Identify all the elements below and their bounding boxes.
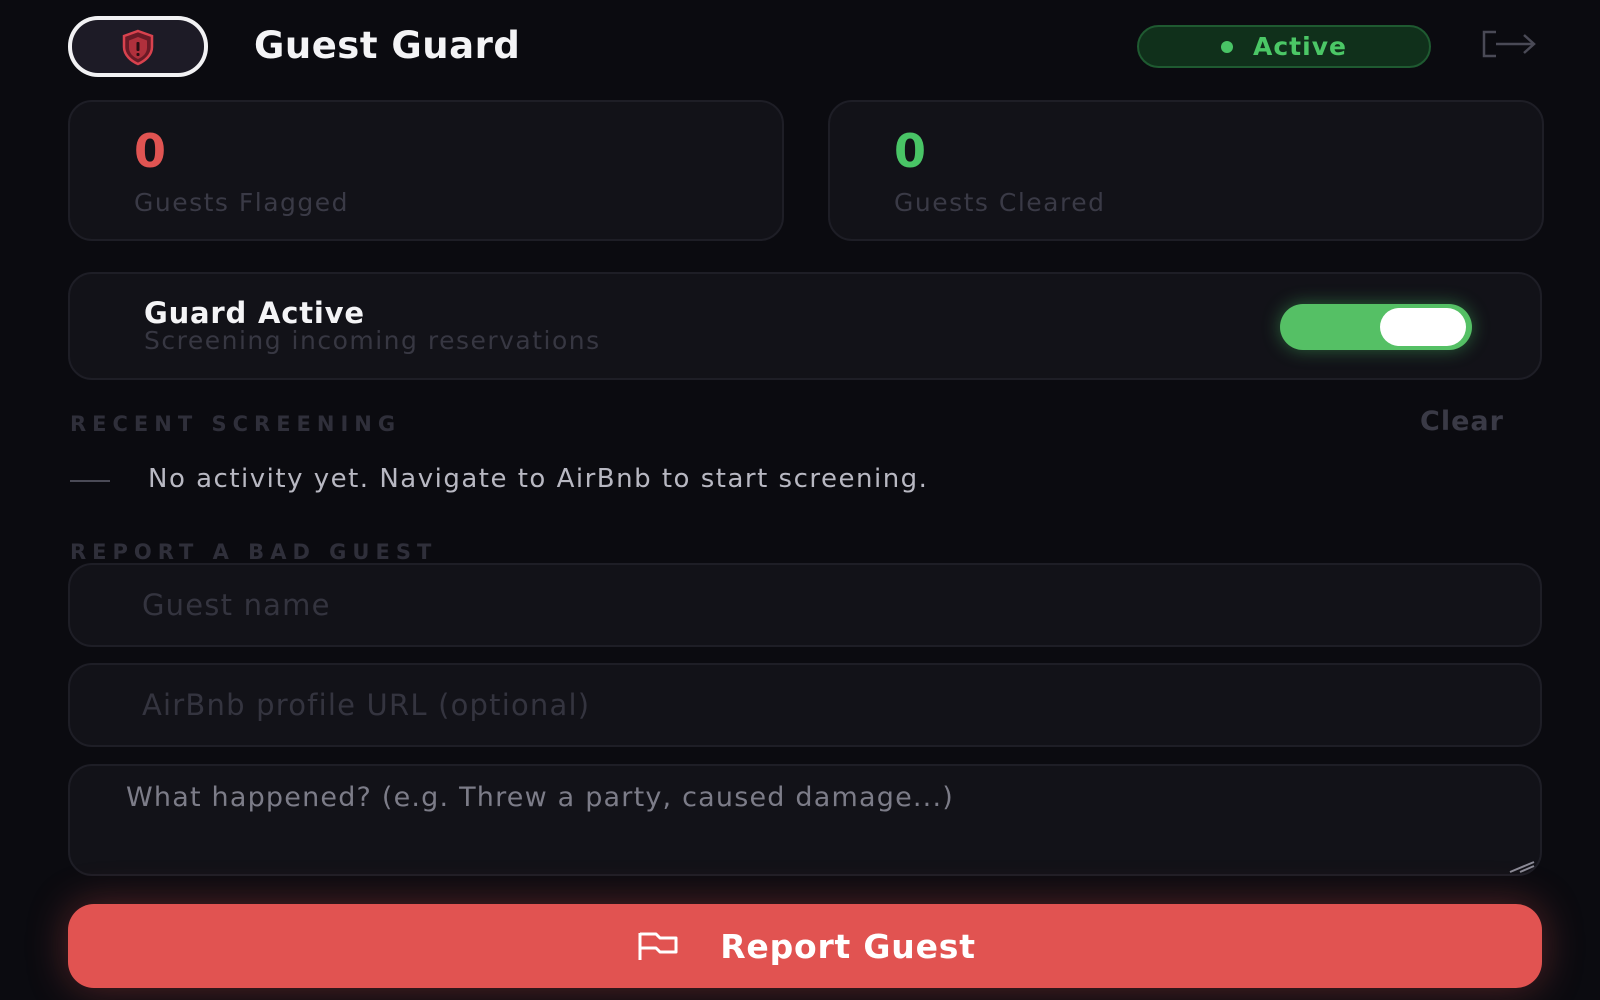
status-badge: Active (1137, 25, 1431, 68)
cleared-count: 0 (894, 124, 927, 178)
logout-icon (1482, 30, 1536, 58)
resize-handle-icon[interactable] (1508, 860, 1536, 874)
flagged-count: 0 (134, 124, 167, 178)
guard-toggle[interactable] (1280, 304, 1472, 350)
clear-button[interactable]: Clear (1420, 406, 1504, 437)
guest-guard-popup: Guest Guard Active 0 Guests Flagged 0 Gu… (0, 0, 1600, 1000)
profile-url-input[interactable] (68, 663, 1542, 747)
report-heading: REPORT A BAD GUEST (70, 540, 438, 564)
flagged-stat-card: 0 Guests Flagged (68, 100, 784, 241)
flagged-label: Guests Flagged (134, 188, 350, 217)
dash-icon (70, 480, 110, 482)
guard-title: Guard Active (144, 296, 365, 330)
app-logo (68, 16, 208, 77)
incident-description-textarea[interactable] (68, 764, 1542, 876)
app-title: Guest Guard (254, 24, 521, 67)
status-text: Active (1253, 32, 1347, 61)
logout-button[interactable] (1478, 26, 1540, 62)
flag-icon (638, 932, 678, 960)
recent-screening-heading: RECENT SCREENING (70, 412, 402, 436)
guard-toggle-card: Guard Active Screening incoming reservat… (68, 272, 1542, 380)
shield-icon (122, 29, 154, 65)
guard-subtitle: Screening incoming reservations (144, 326, 601, 355)
report-button-label: Report Guest (720, 926, 976, 966)
report-guest-button[interactable]: Report Guest (68, 904, 1542, 988)
empty-activity-text: No activity yet. Navigate to AirBnb to s… (148, 464, 929, 494)
status-dot-icon (1221, 40, 1234, 53)
cleared-stat-card: 0 Guests Cleared (828, 100, 1544, 241)
toggle-knob (1380, 308, 1466, 346)
header: Guest Guard Active (68, 16, 1542, 78)
empty-activity-row: No activity yet. Navigate to AirBnb to s… (70, 462, 1544, 502)
guest-name-input[interactable] (68, 563, 1542, 647)
cleared-label: Guests Cleared (894, 188, 1106, 217)
